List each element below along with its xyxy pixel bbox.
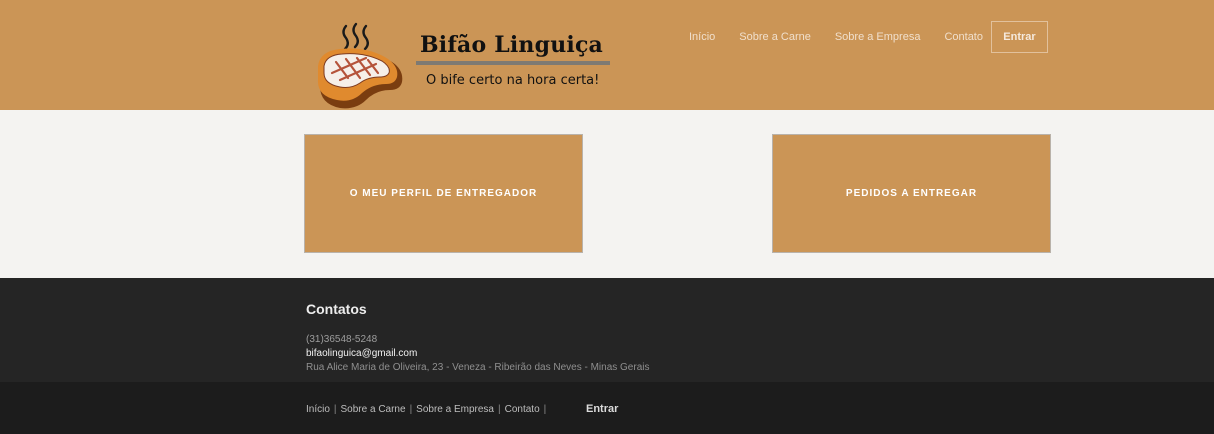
brand-tagline: O bife certo na hora certa! — [426, 73, 600, 88]
footer-nav-separator: | — [543, 404, 547, 415]
brand-title: Bifão Linguiça — [420, 32, 604, 58]
footer-nav-contato[interactable]: Contato — [505, 404, 540, 415]
footer-nav: Início | Sobre a Carne | Sobre a Empresa… — [306, 404, 550, 415]
contact-phone: (31)36548-5248 — [306, 334, 378, 345]
footer-nav-separator: | — [498, 404, 501, 415]
footer-nav-sobre-a-empresa[interactable]: Sobre a Empresa — [416, 404, 494, 415]
main-nav: Início Sobre a Carne Sobre a Empresa Con… — [689, 31, 983, 45]
footer-nav-sobre-a-carne[interactable]: Sobre a Carne — [341, 404, 406, 415]
nav-inicio[interactable]: Início — [689, 31, 715, 45]
footer-nav-separator: | — [333, 404, 337, 415]
nav-sobre-a-carne[interactable]: Sobre a Carne — [739, 31, 811, 45]
contacts-title: Contatos — [306, 301, 367, 317]
login-button[interactable]: Entrar — [991, 21, 1048, 53]
contact-email[interactable]: bifaolinguica@gmail.com — [306, 348, 417, 359]
nav-sobre-a-empresa[interactable]: Sobre a Empresa — [835, 31, 921, 45]
delivery-profile-card[interactable]: O MEU PERFIL DE ENTREGADOR — [304, 134, 583, 253]
main-content: O MEU PERFIL DE ENTREGADOR PEDIDOS A ENT… — [0, 110, 1214, 278]
contact-address: Rua Alice Maria de Oliveira, 23 - Veneza… — [306, 362, 650, 373]
footer-nav-inicio[interactable]: Início — [306, 404, 330, 415]
orders-to-deliver-card[interactable]: PEDIDOS A ENTREGAR — [772, 134, 1051, 253]
site-header: Bifão Linguiça O bife certo na hora cert… — [0, 0, 1214, 110]
steak-icon — [317, 22, 403, 109]
footer-contacts: Contatos (31)36548-5248 bifaolinguica@gm… — [0, 278, 1214, 382]
footer-bottom-bar: Início | Sobre a Carne | Sobre a Empresa… — [0, 382, 1214, 434]
brand-underline — [416, 61, 610, 65]
footer-nav-separator: | — [409, 404, 413, 415]
nav-contato[interactable]: Contato — [944, 31, 983, 45]
brand-logo[interactable]: Bifão Linguiça O bife certo na hora cert… — [310, 18, 620, 110]
footer-login-link[interactable]: Entrar — [586, 403, 618, 415]
